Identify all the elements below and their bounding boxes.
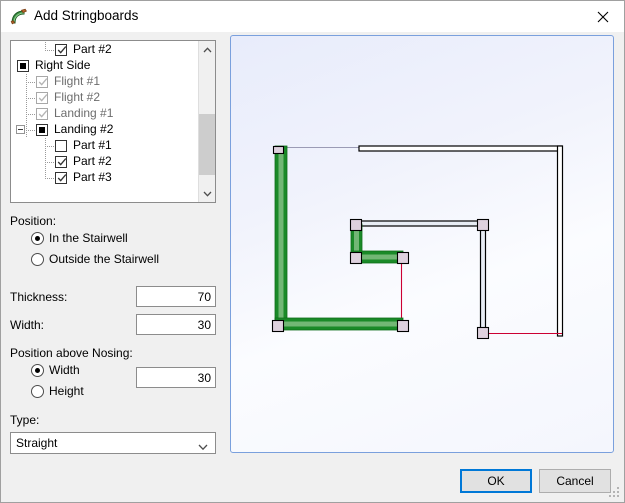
stringboard-icon bbox=[8, 7, 28, 27]
radio-label-nosing-width[interactable]: Width bbox=[49, 363, 80, 377]
tree-connector bbox=[26, 130, 35, 131]
partial-check-indicator bbox=[39, 127, 45, 133]
tree-item-checkbox[interactable] bbox=[55, 156, 67, 168]
tree-connector bbox=[26, 82, 35, 83]
radio-label-in-the-stairwell[interactable]: In the Stairwell bbox=[49, 231, 128, 245]
stairwell-drawing bbox=[271, 145, 564, 340]
tree-item-checkbox[interactable] bbox=[36, 92, 48, 104]
tree-item-checkbox[interactable] bbox=[55, 44, 67, 56]
check-icon bbox=[38, 94, 48, 102]
tree-item[interactable]: Part #3 bbox=[11, 170, 199, 186]
tree-item-checkbox[interactable] bbox=[36, 124, 48, 136]
tree-item-label: Landing #2 bbox=[54, 122, 114, 136]
chevron-up-icon bbox=[203, 46, 211, 52]
scroll-down-button[interactable] bbox=[199, 185, 215, 202]
tree-connector bbox=[45, 162, 54, 163]
type-select[interactable]: Straight bbox=[10, 432, 216, 454]
tree-item-checkbox[interactable] bbox=[55, 140, 67, 152]
tree-item[interactable]: Landing #1 bbox=[11, 106, 199, 122]
position-group-label: Position: bbox=[10, 214, 57, 228]
tree-connector bbox=[26, 98, 35, 99]
check-icon bbox=[57, 46, 67, 54]
tree-connector bbox=[45, 146, 54, 147]
tree-item-checkbox[interactable] bbox=[36, 108, 48, 120]
tree-item-checkbox[interactable] bbox=[17, 60, 29, 72]
partial-check-indicator bbox=[20, 63, 26, 69]
tree-connector bbox=[45, 178, 54, 179]
check-icon bbox=[38, 110, 48, 118]
type-select-value: Straight bbox=[16, 436, 58, 450]
tree-expander-collapse-icon[interactable] bbox=[16, 125, 25, 134]
window-title: Add Stringboards bbox=[34, 8, 139, 23]
tree-item[interactable]: Landing #2 bbox=[11, 122, 199, 138]
chevron-down-icon bbox=[203, 191, 211, 197]
tree-item-label: Landing #1 bbox=[54, 106, 114, 120]
tree-item[interactable]: Part #2 bbox=[11, 42, 199, 58]
tree-item[interactable]: Flight #1 bbox=[11, 74, 199, 90]
radio-outside-the-stairwell[interactable] bbox=[31, 253, 44, 266]
tree-connector bbox=[26, 114, 35, 115]
resize-grip[interactable] bbox=[609, 487, 621, 499]
check-icon bbox=[57, 174, 67, 182]
check-icon bbox=[38, 78, 48, 86]
tree-item-label: Part #3 bbox=[73, 170, 112, 184]
tree-connector bbox=[45, 42, 46, 50]
radio-label-nosing-height[interactable]: Height bbox=[49, 384, 84, 398]
tree-connector bbox=[45, 170, 46, 178]
radio-dot bbox=[35, 368, 40, 373]
stairwell-preview[interactable] bbox=[230, 35, 614, 453]
add-stringboards-dialog: Add Stringboards Part #2 Right Side Flight… bbox=[0, 0, 625, 503]
tree-item[interactable]: Part #2 bbox=[11, 154, 199, 170]
nosing-group-label: Position above Nosing: bbox=[10, 346, 133, 360]
type-label: Type: bbox=[10, 413, 40, 427]
tree-scrollbar[interactable] bbox=[198, 41, 215, 202]
tree-item-label: Part #1 bbox=[73, 138, 112, 152]
tree-item-checkbox[interactable] bbox=[36, 76, 48, 88]
radio-dot bbox=[35, 236, 40, 241]
radio-nosing-height[interactable] bbox=[31, 385, 44, 398]
tree-item[interactable]: Part #1 bbox=[11, 138, 199, 154]
tree-item-label: Right Side bbox=[35, 58, 91, 72]
ok-button[interactable]: OK bbox=[460, 469, 532, 493]
tree-item-label: Flight #1 bbox=[54, 74, 101, 88]
radio-nosing-width[interactable] bbox=[31, 364, 44, 377]
stringboard-tree[interactable]: Part #2 Right Side Flight #1 Flight #2 Landi… bbox=[10, 40, 216, 203]
titlebar-divider bbox=[1, 32, 624, 33]
tree-item[interactable]: Flight #2 bbox=[11, 90, 199, 106]
radio-in-the-stairwell[interactable] bbox=[31, 232, 44, 245]
tree-item-label: Part #2 bbox=[73, 154, 112, 168]
tree-connector bbox=[45, 50, 54, 51]
tree-items-container: Part #2 Right Side Flight #1 Flight #2 Landi… bbox=[11, 42, 199, 186]
cancel-button[interactable]: Cancel bbox=[539, 469, 611, 493]
width-label: Width: bbox=[10, 318, 45, 332]
tree-item-checkbox[interactable] bbox=[55, 172, 67, 184]
title-bar: Add Stringboards bbox=[1, 1, 624, 32]
width-input[interactable] bbox=[136, 314, 216, 335]
thickness-label: Thickness: bbox=[10, 290, 68, 304]
radio-label-outside-the-stairwell[interactable]: Outside the Stairwell bbox=[49, 252, 159, 266]
chevron-down-icon bbox=[198, 440, 208, 454]
thickness-input[interactable] bbox=[136, 286, 216, 307]
tree-item-label: Flight #2 bbox=[54, 90, 101, 104]
nosing-value-input[interactable] bbox=[136, 367, 216, 388]
scrollbar-thumb[interactable] bbox=[199, 114, 215, 175]
tree-item[interactable]: Right Side bbox=[11, 58, 199, 74]
scroll-up-button[interactable] bbox=[199, 41, 215, 58]
close-icon bbox=[597, 11, 609, 22]
check-icon bbox=[57, 158, 67, 166]
close-button[interactable] bbox=[580, 1, 624, 32]
tree-item-label: Part #2 bbox=[73, 42, 112, 56]
